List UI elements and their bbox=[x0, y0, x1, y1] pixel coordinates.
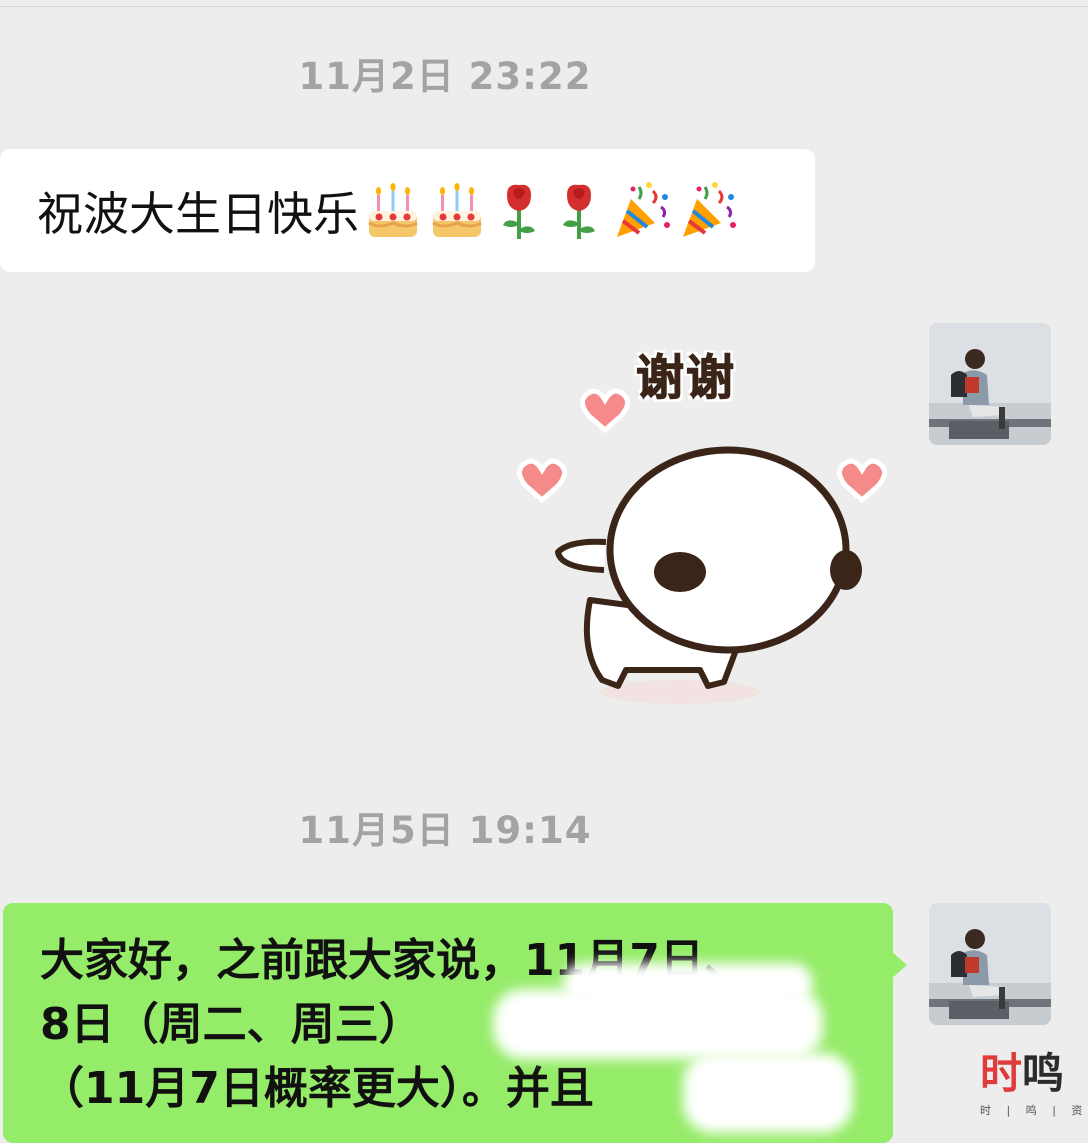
party-popper-icon bbox=[617, 181, 670, 237]
sticker-label: 谢谢 bbox=[635, 350, 737, 407]
party-popper-icon bbox=[683, 181, 736, 237]
message-timestamp: 11月2日 23:22 bbox=[298, 55, 592, 98]
rose-icon bbox=[503, 184, 535, 239]
brand-watermark: 时鸣 时 | 鸣 | 资 | 产 bbox=[980, 1050, 1088, 1124]
avatar-photo bbox=[929, 903, 1051, 1025]
avatar-photo bbox=[929, 323, 1051, 445]
birthday-cake-icon bbox=[368, 182, 418, 237]
message-timestamp: 11月5日 19:14 bbox=[298, 809, 592, 852]
emoji-row bbox=[365, 181, 745, 241]
birthday-cake-icon bbox=[432, 182, 482, 237]
incoming-message-bubble[interactable]: 祝波大生日快乐 bbox=[0, 149, 815, 272]
watermark-char: 时 bbox=[980, 1049, 1023, 1098]
watermark-char: 鸣 bbox=[1022, 1049, 1065, 1098]
watermark-logo: 时鸣 bbox=[980, 1050, 1080, 1098]
top-divider bbox=[0, 6, 1088, 7]
redaction-blur bbox=[683, 1053, 853, 1133]
user-avatar[interactable] bbox=[929, 903, 1051, 1025]
rose-icon bbox=[563, 184, 595, 239]
watermark-subtitle: 时 | 鸣 | 资 | 产 bbox=[980, 1104, 1088, 1117]
user-avatar[interactable] bbox=[929, 323, 1051, 445]
outgoing-message-bubble[interactable]: 大家好，之前跟大家说，11月7日、 8日（周二、周三） （11月7日概率更大）。… bbox=[3, 903, 907, 1143]
redaction-blur bbox=[563, 963, 813, 1003]
message-text: 祝波大生日快乐 bbox=[37, 186, 359, 241]
